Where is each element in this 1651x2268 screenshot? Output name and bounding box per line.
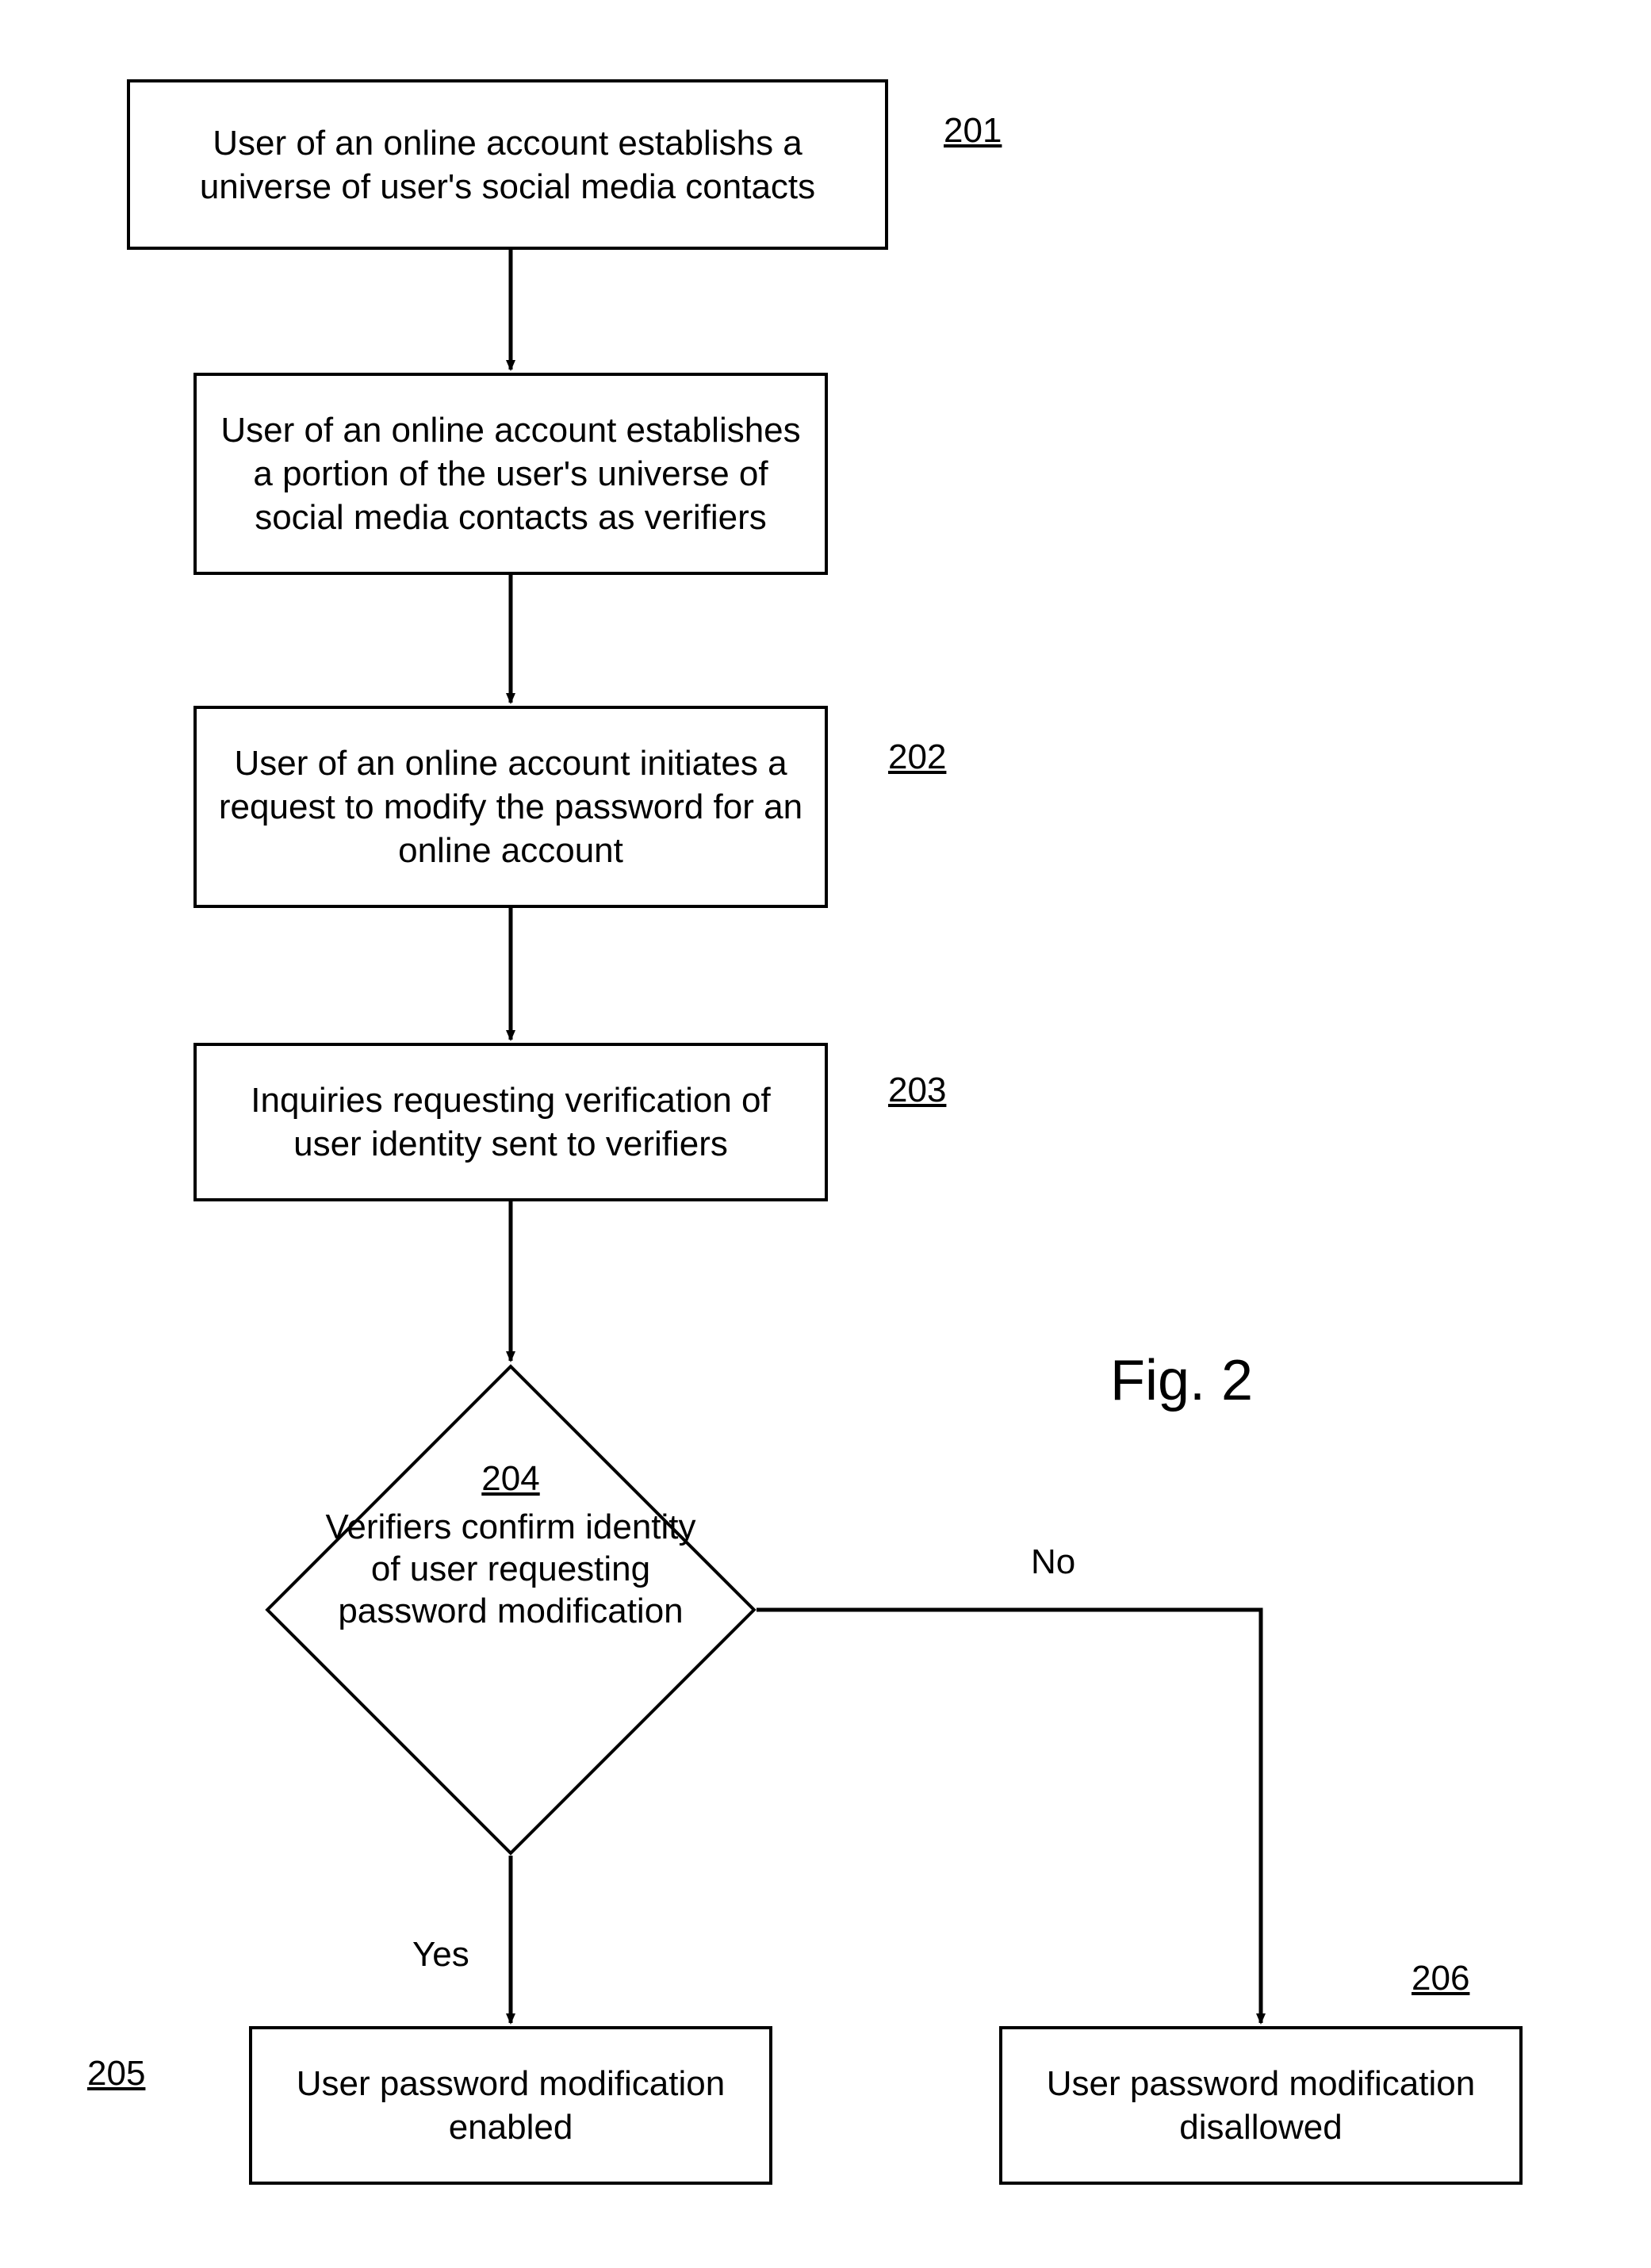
decision-204-text: Verifiers confirm identity of user reque…	[312, 1507, 709, 1632]
step-203: Inquiries requesting verification of use…	[193, 1043, 828, 1201]
step-201b-text: User of an online account establishes a …	[213, 408, 809, 539]
flowchart-canvas: User of an online account establishs a u…	[0, 0, 1651, 2268]
ref-203: 203	[888, 1071, 946, 1110]
step-203-text: Inquiries requesting verification of use…	[213, 1078, 809, 1166]
ref-205: 205	[87, 2054, 145, 2094]
step-206: User password modification disallowed	[999, 2026, 1523, 2185]
step-202-text: User of an online account initiates a re…	[213, 741, 809, 872]
step-205: User password modification enabled	[249, 2026, 772, 2185]
step-201-text: User of an online account establishs a u…	[146, 121, 869, 209]
ref-206: 206	[1412, 1959, 1469, 1998]
decision-204: 204 Verifiers confirm identity of user r…	[265, 1364, 757, 1856]
step-201b: User of an online account establishes a …	[193, 373, 828, 575]
step-202: User of an online account initiates a re…	[193, 706, 828, 908]
step-206-text: User password modification disallowed	[1018, 2062, 1504, 2149]
step-205-text: User password modification enabled	[268, 2062, 753, 2149]
ref-204: 204	[481, 1459, 539, 1499]
figure-label: Fig. 2	[1110, 1348, 1253, 1413]
ref-202: 202	[888, 737, 946, 777]
step-201: User of an online account establishs a u…	[127, 79, 888, 250]
ref-201: 201	[944, 111, 1002, 151]
edge-yes-label: Yes	[412, 1935, 469, 1975]
edge-no-label: No	[1031, 1542, 1075, 1582]
